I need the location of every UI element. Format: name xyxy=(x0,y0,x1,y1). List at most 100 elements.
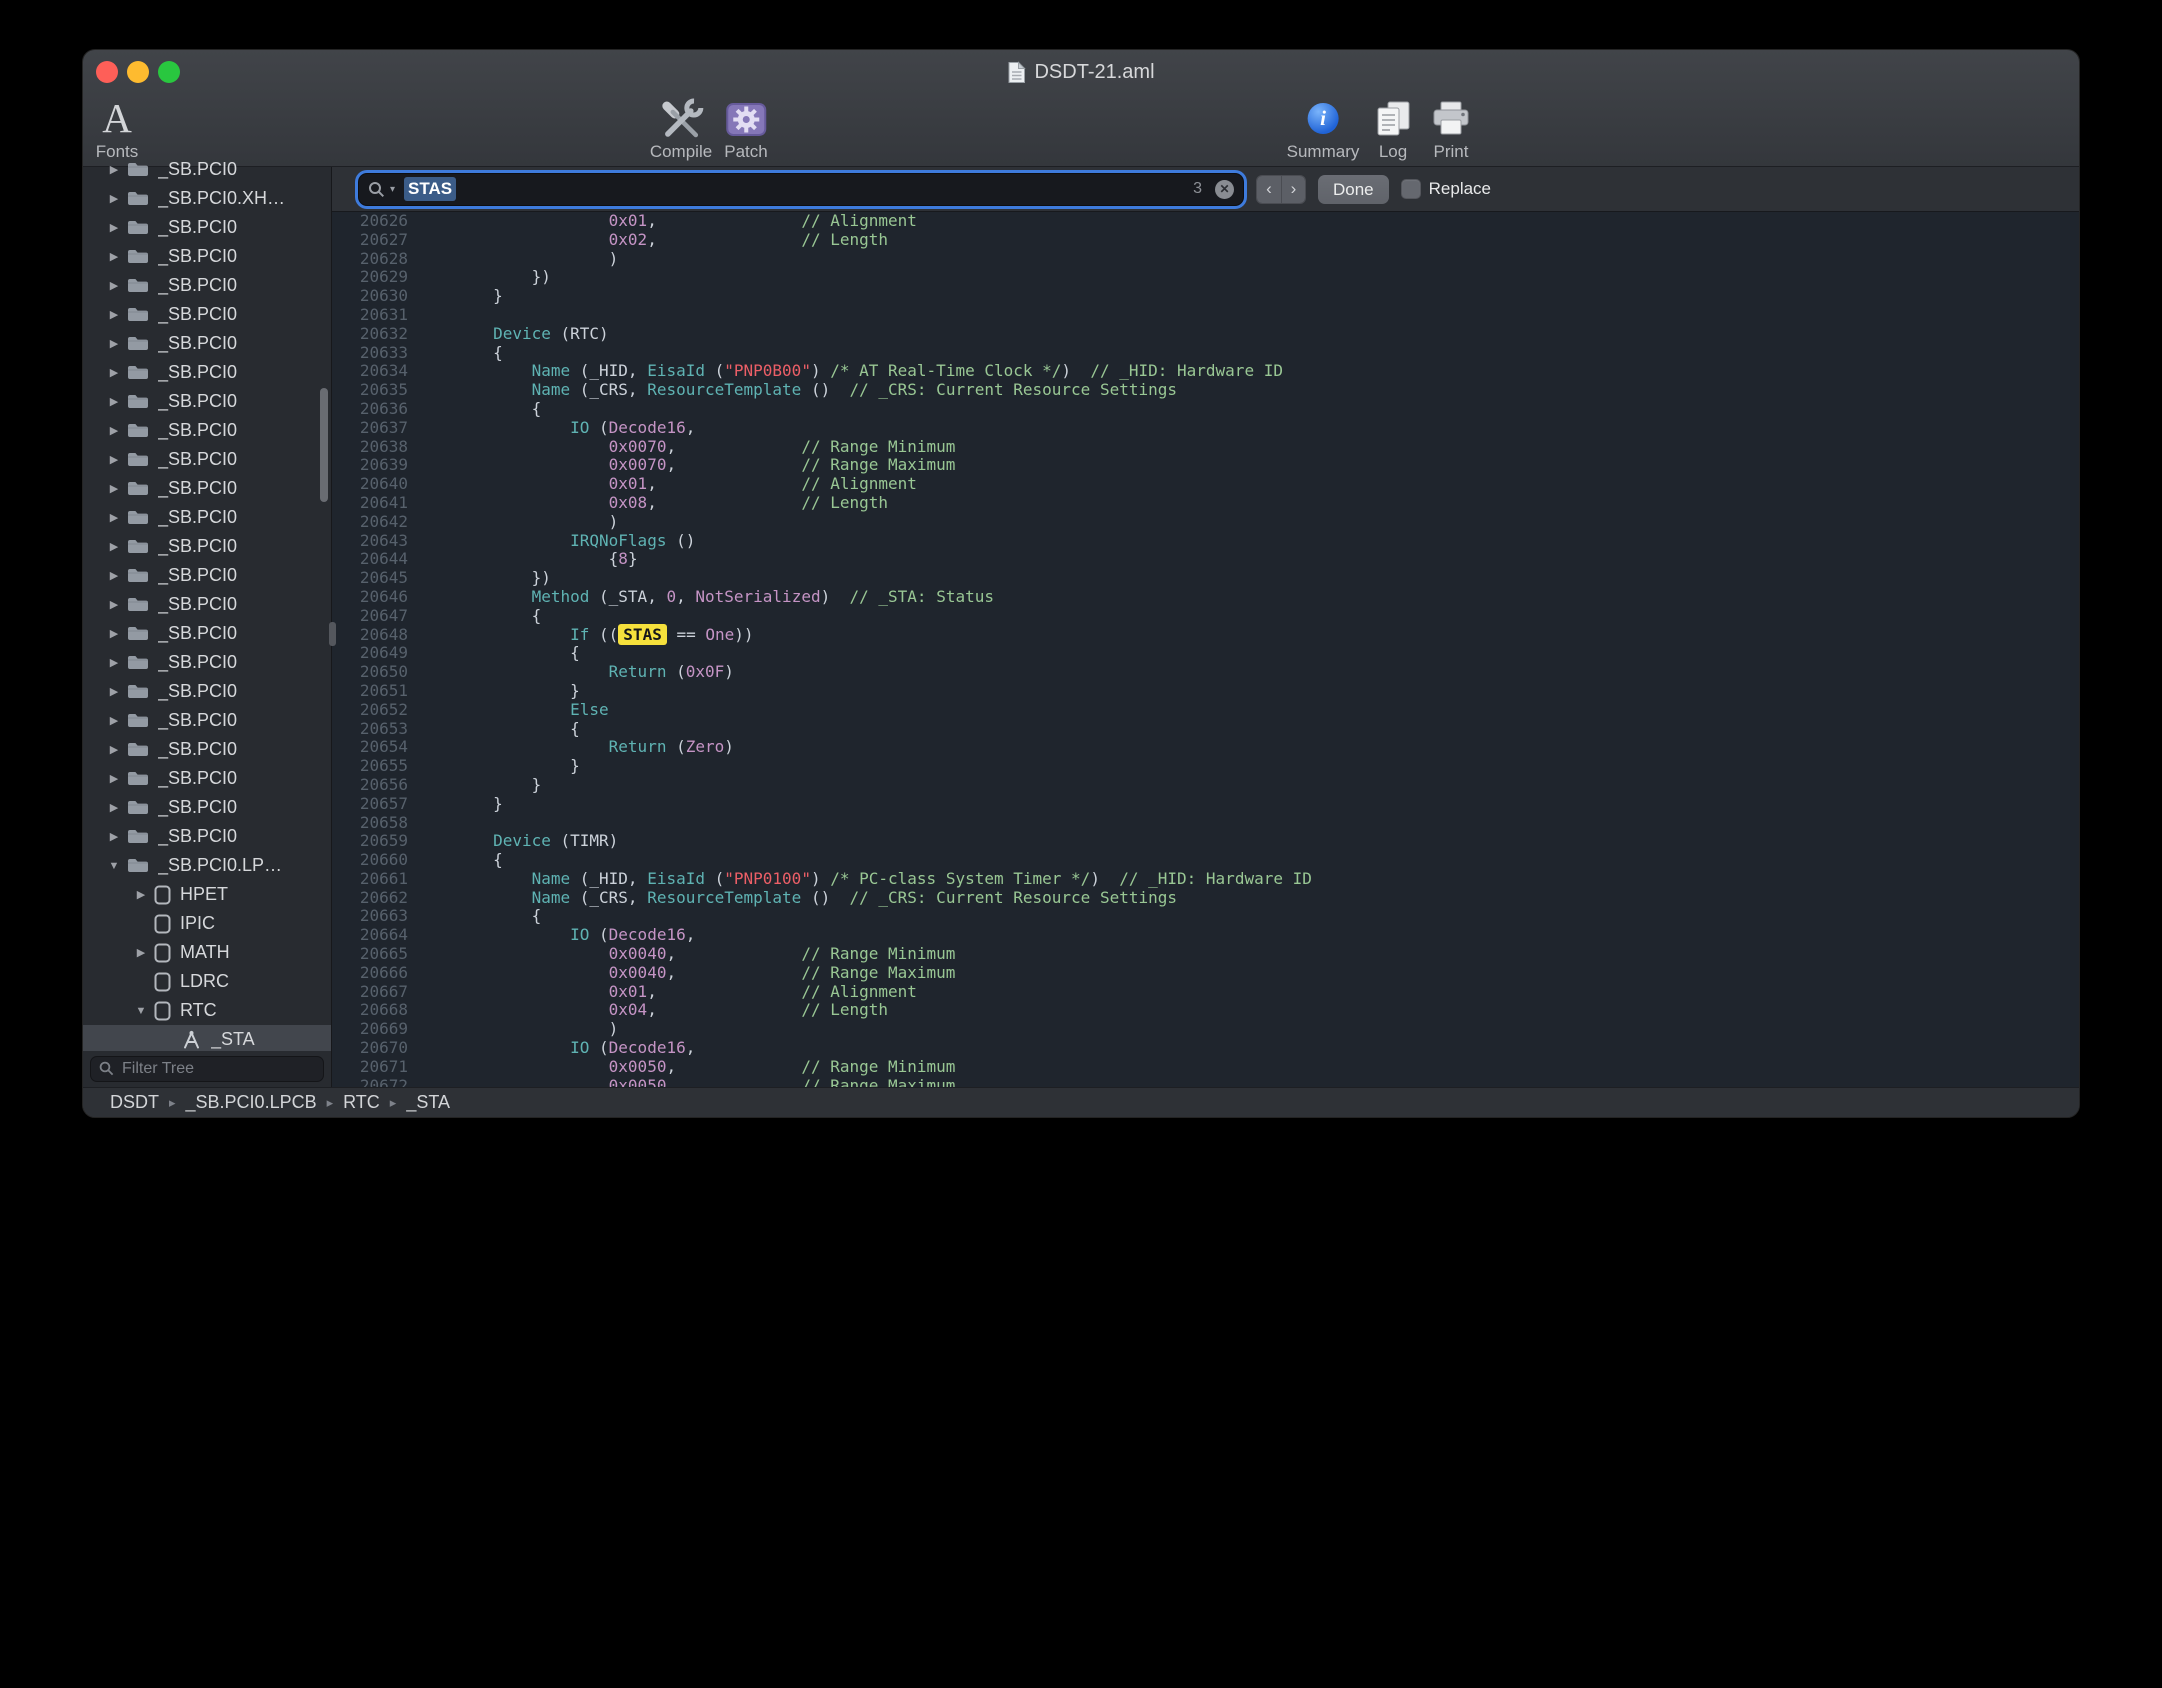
disclosure-triangle-icon[interactable]: ▶ xyxy=(105,627,123,640)
tree-item-_sb-pci0[interactable]: ▶_SB.PCI0 xyxy=(83,648,331,677)
tree-item-_sb-pci0[interactable]: ▶_SB.PCI0 xyxy=(83,300,331,329)
breadcrumb-separator-icon: ▸ xyxy=(327,1095,334,1111)
search-input[interactable]: ▾ STAS 3 ✕ xyxy=(359,174,1243,205)
done-button[interactable]: Done xyxy=(1318,175,1389,204)
tree-item-_sb-pci0[interactable]: ▶ _SB.PCI0 xyxy=(83,445,331,474)
tree-item-_sb-pci0-lp-[interactable]: ▼_SB.PCI0.LP… xyxy=(83,851,331,880)
disclosure-triangle-icon[interactable]: ▶ xyxy=(105,569,123,582)
disclosure-triangle-icon[interactable]: ▶ xyxy=(105,772,123,785)
disclosure-triangle-icon[interactable]: ▶ xyxy=(105,192,123,205)
tree-item-_sb-pci0[interactable]: ▶_SB.PCI0 xyxy=(83,822,331,851)
code-text: 0x0050, // Range Minimum xyxy=(416,1058,955,1077)
sidebar-scrollbar-thumb[interactable] xyxy=(320,388,328,502)
disclosure-triangle-icon[interactable]: ▶ xyxy=(132,946,150,959)
print-button[interactable]: Print xyxy=(1430,95,1472,162)
disclosure-triangle-icon[interactable]: ▶ xyxy=(105,221,123,234)
summary-button[interactable]: i Summary xyxy=(1287,95,1360,162)
filter-tree-input[interactable] xyxy=(90,1056,324,1082)
disclosure-triangle-icon[interactable]: ▶ xyxy=(105,453,123,466)
tree-item-_sb-pci0[interactable]: ▶_SB.PCI0 xyxy=(83,242,331,271)
line-number: 20652 xyxy=(332,701,416,720)
fonts-button[interactable]: A Fonts xyxy=(96,95,139,162)
tree-item-_sb-pci0[interactable]: ▶_SB.PCI0 xyxy=(83,271,331,300)
replace-checkbox[interactable] xyxy=(1401,179,1421,199)
code-text: 0x02, // Length xyxy=(416,231,888,250)
tree-item-_sb-pci0[interactable]: ▶_SB.PCI0 xyxy=(83,735,331,764)
code-editor[interactable]: 20626 0x01, // Alignment20627 0x02, // L… xyxy=(332,212,2079,1087)
tree-item-_sb-pci0[interactable]: ▶_SB.PCI0 xyxy=(83,764,331,793)
tree-item-_sb-pci0[interactable]: ▶_SB.PCI0 xyxy=(83,213,331,242)
tree-item-_sb-pci0[interactable]: ▶_SB.PCI0 xyxy=(83,561,331,590)
tree-item-_sb-pci0[interactable]: ▶_SB.PCI0 xyxy=(83,474,331,503)
disclosure-triangle-icon[interactable]: ▶ xyxy=(105,337,123,350)
disclosure-triangle-icon[interactable]: ▶ xyxy=(105,540,123,553)
tree-item-_sb-pci0[interactable]: ▶_SB.PCI0 xyxy=(83,503,331,532)
disclosure-triangle-icon[interactable]: ▶ xyxy=(105,830,123,843)
code-text: ) xyxy=(416,1020,618,1039)
zoom-button[interactable] xyxy=(158,61,180,83)
find-next-button[interactable]: › xyxy=(1281,176,1305,203)
disclosure-triangle-icon[interactable]: ▶ xyxy=(105,163,123,176)
disclosure-triangle-icon[interactable]: ▼ xyxy=(105,860,123,872)
folder-icon xyxy=(127,654,149,671)
search-options-chevron-icon[interactable]: ▾ xyxy=(390,184,395,195)
disclosure-triangle-icon[interactable]: ▶ xyxy=(105,743,123,756)
disclosure-triangle-icon[interactable]: ▶ xyxy=(105,511,123,524)
disclosure-triangle-icon[interactable]: ▶ xyxy=(105,801,123,814)
close-button[interactable] xyxy=(96,61,118,83)
minimize-button[interactable] xyxy=(127,61,149,83)
tree-item-_sb-pci0[interactable]: ▶_SB.PCI0 xyxy=(83,387,331,416)
disclosure-triangle-icon[interactable]: ▶ xyxy=(105,250,123,263)
tree-item-rtc[interactable]: ▼ RTC xyxy=(83,996,331,1025)
tree-item-_sb-pci0[interactable]: ▶_SB.PCI0 xyxy=(83,329,331,358)
compile-button[interactable]: Compile xyxy=(650,95,712,162)
tree-item-_sb-pci0[interactable]: ▶_SB.PCI0 xyxy=(83,416,331,445)
tree-item-_sb-pci0[interactable]: ▶_SB.PCI0 xyxy=(83,706,331,735)
tree-item-_sb-pci0[interactable]: ▶_SB.PCI0 xyxy=(83,590,331,619)
line-number: 20633 xyxy=(332,344,416,363)
folder-icon xyxy=(127,306,149,323)
log-button[interactable]: Log xyxy=(1372,95,1414,162)
tree-item-_sb-pci0[interactable]: ▶_SB.PCI0 xyxy=(83,532,331,561)
disclosure-triangle-icon[interactable]: ▶ xyxy=(105,482,123,495)
pane-splitter-handle[interactable] xyxy=(329,622,336,646)
tree-item-_sta[interactable]: _STA xyxy=(83,1025,331,1051)
disclosure-triangle-icon[interactable]: ▶ xyxy=(105,308,123,321)
folder-icon xyxy=(127,335,149,352)
disclosure-triangle-icon[interactable]: ▶ xyxy=(105,395,123,408)
clear-search-button[interactable]: ✕ xyxy=(1215,180,1234,199)
patch-button[interactable]: Patch xyxy=(724,95,767,162)
disclosure-triangle-icon[interactable]: ▶ xyxy=(105,656,123,669)
disclosure-triangle-icon[interactable]: ▶ xyxy=(105,424,123,437)
tree-item-_sb-pci0[interactable]: ▶_SB.PCI0 xyxy=(83,155,331,184)
tree-item-label: RTC xyxy=(180,1000,217,1021)
tree-item-_sb-pci0[interactable]: ▶_SB.PCI0 xyxy=(83,358,331,387)
tree-item-hpet[interactable]: ▶HPET xyxy=(83,880,331,909)
breadcrumb-item[interactable]: _STA xyxy=(406,1092,450,1113)
titlebar[interactable]: DSDT-21.aml xyxy=(83,50,2079,94)
disclosure-triangle-icon[interactable]: ▶ xyxy=(105,714,123,727)
breadcrumb-item[interactable]: _SB.PCI0.LPCB xyxy=(186,1092,317,1113)
breadcrumb-item[interactable]: DSDT xyxy=(110,1092,159,1113)
tree-item-label: _SB.PCI0 xyxy=(158,449,237,470)
line-number: 20669 xyxy=(332,1020,416,1039)
folder-icon xyxy=(127,480,149,497)
tree-item-_sb-pci0[interactable]: ▶_SB.PCI0 xyxy=(83,677,331,706)
breadcrumb-item[interactable]: RTC xyxy=(343,1092,380,1113)
tree-item-_sb-pci0[interactable]: ▶_SB.PCI0 xyxy=(83,793,331,822)
tree-item-_sb-pci0[interactable]: ▶_SB.PCI0 xyxy=(83,619,331,648)
tree-item-_sb-pci0-xh-[interactable]: ▶_SB.PCI0.XH… xyxy=(83,184,331,213)
disclosure-triangle-icon[interactable]: ▶ xyxy=(132,888,150,901)
code-text: Name (_HID, EisaId ("PNP0B00") /* AT Rea… xyxy=(416,362,1283,381)
disclosure-triangle-icon[interactable]: ▶ xyxy=(105,366,123,379)
find-previous-button[interactable]: ‹ xyxy=(1257,176,1281,203)
line-number: 20632 xyxy=(332,325,416,344)
disclosure-triangle-icon[interactable]: ▶ xyxy=(105,279,123,292)
code-text: 0x04, // Length xyxy=(416,1001,888,1020)
disclosure-triangle-icon[interactable]: ▶ xyxy=(105,598,123,611)
tree-item-math[interactable]: ▶MATH xyxy=(83,938,331,967)
tree-item-ipic[interactable]: IPIC xyxy=(83,909,331,938)
disclosure-triangle-icon[interactable]: ▶ xyxy=(105,685,123,698)
disclosure-triangle-icon[interactable]: ▼ xyxy=(132,1005,150,1017)
tree-item-ldrc[interactable]: LDRC xyxy=(83,967,331,996)
